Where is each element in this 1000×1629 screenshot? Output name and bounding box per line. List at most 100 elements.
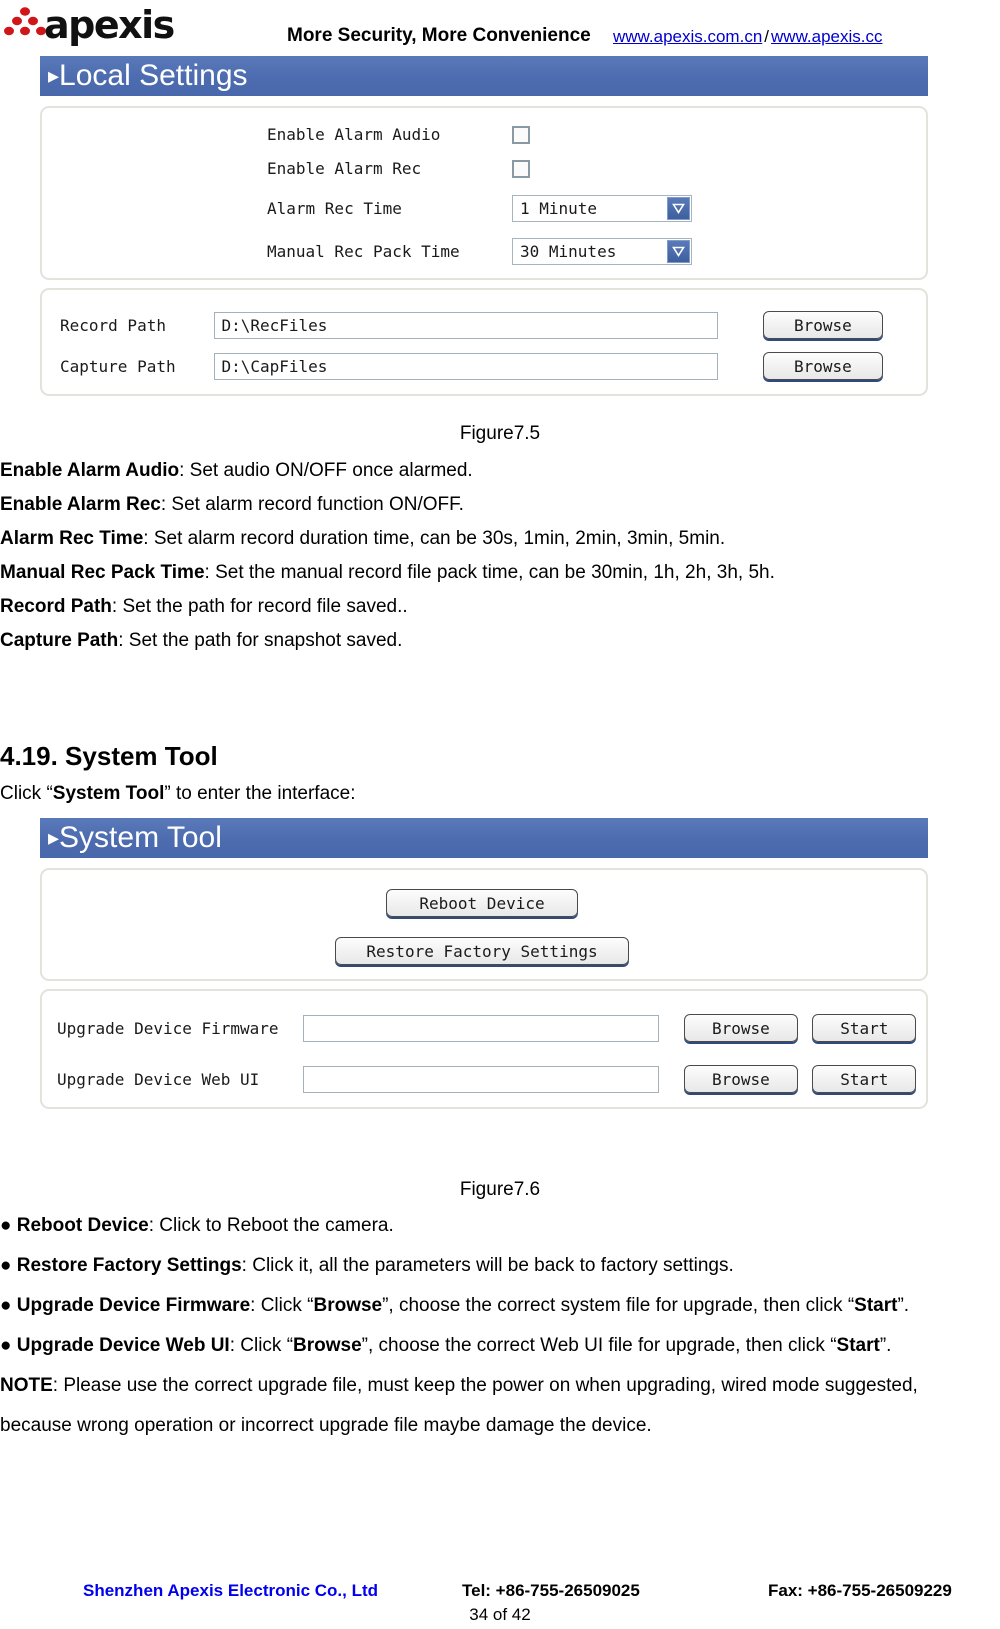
desc-text: : Set the path for record file saved.. (111, 596, 408, 617)
record-path-label: Record Path (60, 315, 166, 335)
note-term: NOTE (0, 1375, 53, 1396)
upgrade-webui-start-button[interactable]: Start (812, 1065, 917, 1093)
desc-term: Capture Path (0, 630, 119, 651)
alarm-rec-time-label: Alarm Rec Time (267, 199, 402, 218)
desc-b2: Start (836, 1335, 880, 1356)
figure-7-6-caption: Figure7.6 (459, 1179, 541, 1200)
desc-term: Enable Alarm Audio (0, 460, 180, 481)
system-tool-intro: Click “System Tool” to enter the interfa… (0, 783, 356, 805)
desc-manual-rec-pack-time: Manual Rec Pack Time: Set the manual rec… (0, 562, 775, 584)
upgrade-panel: Upgrade Device Firmware Browse Start Upg… (40, 989, 928, 1109)
upgrade-webui-label: Upgrade Device Web UI (57, 1069, 260, 1089)
upgrade-firmware-browse-button[interactable]: Browse (683, 1014, 798, 1042)
alarm-rec-time-row: Alarm Rec Time 1 Minute (267, 195, 692, 222)
link-apexis-cc[interactable]: www.apexis.cc (771, 27, 882, 46)
capture-path-browse-button[interactable]: Browse (762, 352, 883, 380)
record-path-row: Record Path D:\RecFiles Browse (60, 311, 883, 339)
desc-p3: ”. (897, 1295, 910, 1316)
logo-wordmark: apexis (44, 3, 175, 47)
system-tool-figure: ▸System Tool Reboot Device Restore Facto… (40, 818, 928, 1109)
capture-path-row: Capture Path D:\CapFiles Browse (60, 352, 883, 380)
upgrade-firmware-start-button[interactable]: Start (812, 1014, 917, 1042)
footer-fax: Fax: +86-755-26509229 (768, 1581, 952, 1600)
desc-text: : Click to Reboot the camera. (148, 1215, 394, 1236)
manual-rec-pack-time-label: Manual Rec Pack Time (267, 242, 460, 261)
device-actions-panel: Reboot Device Restore Factory Settings (40, 868, 928, 981)
enable-alarm-audio-row: Enable Alarm Audio (267, 125, 530, 144)
note-text-2: because wrong operation or incorrect upg… (0, 1415, 652, 1436)
desc-text: : Set alarm record duration time, can be… (143, 528, 726, 549)
desc-term: Restore Factory Settings (16, 1255, 242, 1276)
reboot-device-button[interactable]: Reboot Device (386, 889, 578, 917)
local-settings-title-text: Local Settings (59, 59, 248, 92)
desc-upgrade-webui: ● Upgrade Device Web UI: Click “Browse”,… (0, 1335, 891, 1357)
desc-p1: : Click “ (250, 1295, 314, 1316)
note-line-2: because wrong operation or incorrect upg… (0, 1415, 652, 1437)
desc-term: Upgrade Device Web UI (16, 1335, 230, 1356)
upgrade-webui-row: Upgrade Device Web UI Browse Start (57, 1065, 917, 1093)
desc-term: Manual Rec Pack Time (0, 562, 205, 583)
capture-path-input[interactable]: D:\CapFiles (214, 352, 719, 380)
upgrade-firmware-row: Upgrade Device Firmware Browse Start (57, 1014, 917, 1042)
desc-bullet-icon: ● (0, 1335, 12, 1356)
enable-alarm-audio-checkbox[interactable] (512, 125, 530, 144)
footer-company-name: Shenzhen Apexis Electronic Co., Ltd (83, 1581, 379, 1600)
desc-b1: Browse (313, 1295, 383, 1316)
titlebar-arrow-icon: ▸ (48, 825, 60, 850)
desc-text: : Set the manual record file pack time, … (204, 562, 775, 583)
desc-p3: ”. (879, 1335, 892, 1356)
header-tagline: More Security, More Convenience (287, 25, 591, 46)
record-path-input[interactable]: D:\RecFiles (214, 311, 719, 339)
desc-p2: ”, choose the correct Web UI file for up… (361, 1335, 837, 1356)
local-settings-titlebar: ▸Local Settings (40, 56, 928, 96)
manual-rec-pack-time-select[interactable]: 30 Minutes (512, 238, 692, 265)
system-tool-titlebar: ▸System Tool (40, 818, 928, 858)
capture-path-label: Capture Path (60, 356, 176, 376)
link-separator: / (764, 27, 770, 46)
manual-rec-pack-time-value: 30 Minutes (520, 242, 617, 261)
intro-bold: System Tool (52, 783, 165, 804)
upgrade-webui-input[interactable] (303, 1065, 660, 1093)
alarm-rec-time-value: 1 Minute (520, 199, 598, 218)
desc-term: Upgrade Device Firmware (16, 1295, 251, 1316)
enable-alarm-rec-label: Enable Alarm Rec (267, 159, 422, 178)
desc-term: Enable Alarm Rec (0, 494, 161, 515)
enable-alarm-rec-row: Enable Alarm Rec (267, 159, 530, 178)
upgrade-firmware-label: Upgrade Device Firmware (57, 1018, 279, 1038)
desc-enable-alarm-rec: Enable Alarm Rec: Set alarm record funct… (0, 494, 464, 516)
enable-alarm-audio-label: Enable Alarm Audio (267, 125, 441, 144)
desc-text: : Set alarm record function ON/OFF. (160, 494, 464, 515)
desc-bullet-icon: ● (0, 1255, 12, 1276)
section-heading-system-tool: 4.19. System Tool (0, 741, 218, 771)
desc-record-path: Record Path: Set the path for record fil… (0, 596, 408, 618)
upgrade-webui-browse-button[interactable]: Browse (683, 1065, 798, 1093)
system-tool-title-text: System Tool (59, 821, 222, 854)
intro-post: ” to enter the interface: (164, 783, 356, 804)
desc-b1: Browse (293, 1335, 362, 1356)
link-apexis-com-cn[interactable]: www.apexis.com.cn (613, 27, 762, 46)
desc-enable-alarm-audio: Enable Alarm Audio: Set audio ON/OFF onc… (0, 460, 473, 482)
restore-factory-settings-button[interactable]: Restore Factory Settings (335, 937, 629, 965)
logo-dots-icon (4, 7, 46, 36)
desc-term: Alarm Rec Time (0, 528, 144, 549)
figure-7-5-caption: Figure7.5 (459, 423, 541, 444)
desc-upgrade-firmware: ● Upgrade Device Firmware: Click “Browse… (0, 1295, 909, 1317)
manual-rec-pack-time-row: Manual Rec Pack Time 30 Minutes (267, 238, 692, 265)
footer-telephone: Tel: +86-755-26509025 (462, 1581, 640, 1600)
record-path-browse-button[interactable]: Browse (762, 311, 883, 339)
page-footer: Shenzhen Apexis Electronic Co., Ltd Tel:… (0, 1581, 1000, 1629)
desc-p1: : Click “ (229, 1335, 294, 1356)
desc-term: Record Path (0, 596, 112, 617)
desc-term: Reboot Device (16, 1215, 149, 1236)
titlebar-arrow-icon: ▸ (48, 63, 60, 88)
note-line-1: NOTE: Please use the correct upgrade fil… (0, 1375, 918, 1397)
enable-alarm-rec-checkbox[interactable] (512, 159, 530, 178)
alarm-rec-time-select[interactable]: 1 Minute (512, 195, 692, 222)
desc-bullet-icon: ● (0, 1295, 12, 1316)
desc-text: : Set audio ON/OFF once alarmed. (179, 460, 473, 481)
chevron-down-icon[interactable] (667, 240, 690, 263)
desc-capture-path: Capture Path: Set the path for snapshot … (0, 630, 402, 652)
apexis-logo: apexis (4, 2, 184, 46)
chevron-down-icon[interactable] (667, 197, 690, 220)
upgrade-firmware-input[interactable] (303, 1014, 660, 1042)
